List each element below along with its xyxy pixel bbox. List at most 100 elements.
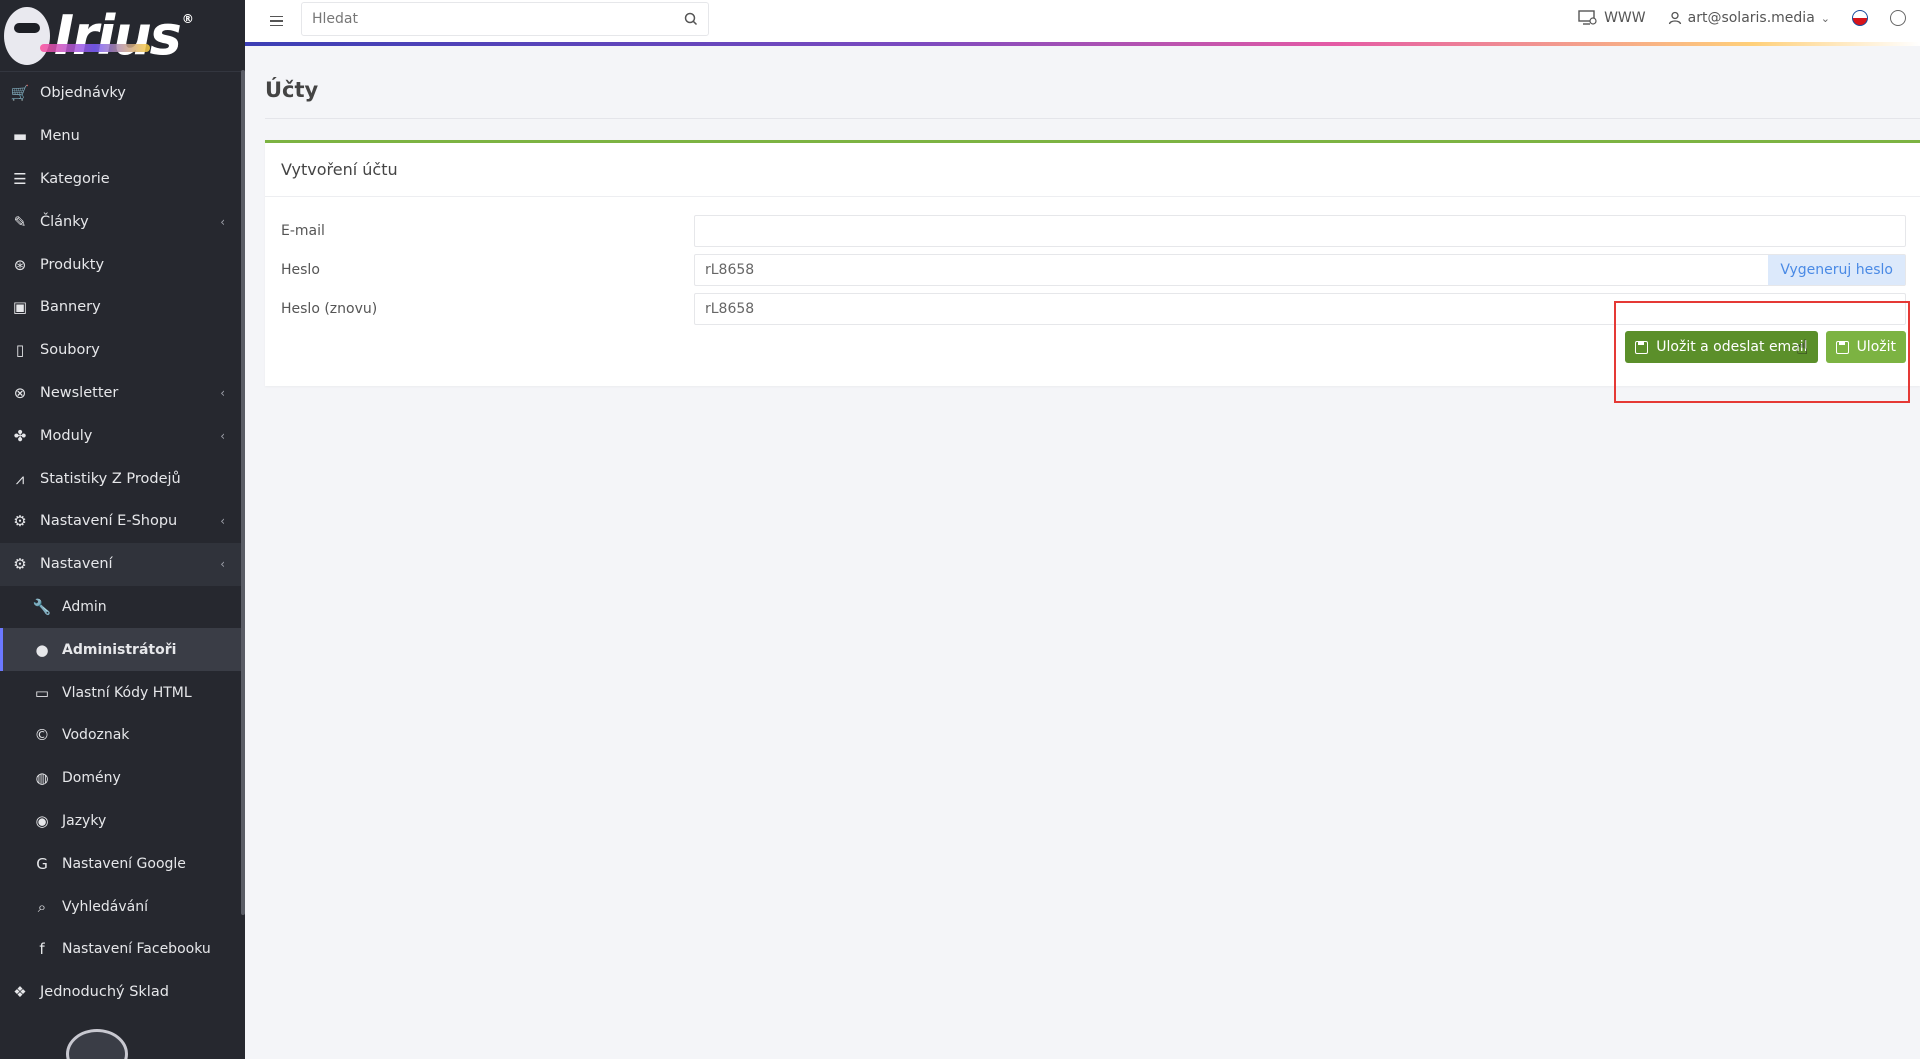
sidebar-item-label: Objednávky [40,85,126,102]
chevron-left-icon: ‹ [220,428,225,443]
cogs-icon: ⚙ [13,555,27,574]
user-menu[interactable]: art@solaris.media ⌄ [1668,10,1830,26]
puzzle-icon: ✤ [13,426,27,445]
power-icon [1890,10,1906,26]
sidebar-item-main-11[interactable]: ⚙ Nastavení ‹ [0,542,245,586]
highlight-box [1614,301,1910,403]
sidebar-item-sub-7[interactable]: ⌕ Vyhledávání [0,885,245,928]
chevron-left-icon: ‹ [220,385,225,400]
sidebar-item-sub-1[interactable]: ● Administrátoři [0,628,245,672]
dropbox-icon: ❖ [13,983,27,1002]
sidebar-item-sub-0[interactable]: 🔧 Admin [0,586,245,629]
google-icon: G [36,854,48,873]
language-switch[interactable] [1852,10,1868,26]
sidebar-item-label: Moduly [40,427,93,444]
folder-icon: ▬ [12,127,28,146]
sidebar-item-main-0[interactable]: 🛒 Objednávky [0,72,245,115]
sidebar-item-label: Kategorie [40,170,110,187]
hamburger-menu-icon[interactable] [265,10,287,32]
logo[interactable]: Irius ® [0,0,245,72]
sidebar-item-sub-6[interactable]: G Nastavení Google [0,842,245,885]
sidebar-item-label: Menu [40,128,80,145]
sidebar-item-label: Nastavení Google [62,855,186,872]
user-icon [1668,11,1681,25]
sidebar-item-label: Vlastní Kódy HTML [62,684,192,701]
sidebar-item-label: Newsletter [40,384,119,401]
password-field[interactable] [695,255,1769,285]
monitor-icon [1578,10,1597,25]
sidebar-item-sub-3[interactable]: © Vodoznak [0,714,245,757]
hand-cursor-icon: ☝ [1796,335,1809,359]
image-icon: ▣ [12,298,28,317]
logo-swoosh [40,44,150,52]
logo-text: Irius ® [54,8,194,63]
sidebar: Irius ® 🛒 Objednávky ▬ Menu ☰ Kategorie ✎ Články… [0,0,245,1059]
chart-icon: ⩘ [15,469,25,488]
password-field-wrap: Vygeneruj heslo [694,254,1906,286]
html-icon: ▭ [34,683,50,702]
search-icon: ⌕ [37,897,47,916]
sidebar-item-label: Administrátoři [62,641,177,658]
user-icon: ● [35,640,49,659]
password-repeat-label: Heslo (znovu) [281,301,378,317]
sidebar-item-stock[interactable]: ❖ Jednoduchý Sklad [0,971,245,1014]
product-icon: ⊛ [13,255,27,274]
globe-icon: ◍ [35,769,49,788]
sidebar-item-label: Domény [62,770,121,787]
sidebar-item-label: Nastavení E-Shopu [40,513,178,530]
logout-button[interactable] [1890,10,1906,26]
password-row: Heslo Vygeneruj heslo [281,254,1906,286]
search-input[interactable] [312,11,684,27]
wrench-icon: 🔧 [32,597,52,616]
flag-icon [1852,10,1868,26]
generate-password-button[interactable]: Vygeneruj heslo [1768,255,1905,285]
sidebar-item-label: Vyhledávání [62,898,148,915]
title-divider [265,118,1920,119]
logo-label: Irius [54,3,182,67]
chevron-left-icon: ‹ [220,557,225,572]
email-field-wrap [694,215,1906,247]
sidebar-item-sub-2[interactable]: ▭ Vlastní Kódy HTML [0,671,245,714]
copyright-icon: © [34,726,50,745]
email-field[interactable] [695,216,1905,246]
sidebar-item-main-6[interactable]: ▯ Soubory [0,329,245,372]
card-title: Vytvoření účtu [265,143,1920,197]
sidebar-item-main-4[interactable]: ⊛ Produkty [0,243,245,286]
sidebar-item-main-5[interactable]: ▣ Bannery [0,286,245,329]
password-label: Heslo [281,262,320,278]
page-title: Účty [265,78,319,102]
sidebar-item-main-7[interactable]: ⊗ Newsletter ‹ [0,372,245,415]
mascot-avatar [66,1029,128,1059]
sidebar-item-sub-8[interactable]: f Nastavení Facebooku [0,928,245,971]
search-box [301,2,709,36]
sidebar-item-main-3[interactable]: ✎ Články ‹ [0,200,245,243]
sidebar-item-label: Nastavení Facebooku [62,941,211,958]
sidebar-item-label: Bannery [40,299,101,316]
sidebar-item-main-8[interactable]: ✤ Moduly ‹ [0,414,245,457]
chevron-left-icon: ‹ [220,214,225,229]
sidebar-item-label: Admin [62,598,107,615]
sidebar-item-label: Články [40,213,89,230]
sidebar-item-main-9[interactable]: ⩘ Statistiky Z Prodejů [0,457,245,500]
search-icon[interactable] [684,12,698,26]
sidebar-item-label: Soubory [40,342,100,359]
sidebar-item-sub-5[interactable]: ◉ Jazyky [0,800,245,843]
chevron-down-icon: ⌄ [1820,11,1830,25]
sidebar-item-label: Produkty [40,256,105,273]
sidebar-item-main-2[interactable]: ☰ Kategorie [0,158,245,201]
topbar: WWW art@solaris.media ⌄ [245,0,1920,46]
registered-mark: ® [181,11,194,26]
list-icon: ☰ [13,169,27,188]
sidebar-item-label: Jazyky [62,812,107,829]
sidebar-item-main-10[interactable]: ⚙ Nastavení E-Shopu ‹ [0,500,245,543]
cogs-icon: ⚙ [13,512,27,531]
facebook-icon: f [39,940,45,959]
www-link[interactable]: WWW [1578,10,1646,26]
topbar-right: WWW art@solaris.media ⌄ [1578,0,1920,36]
sidebar-nav: 🛒 Objednávky ▬ Menu ☰ Kategorie ✎ Články ‹ ⊛ Produ… [0,72,245,1014]
sidebar-item-sub-4[interactable]: ◍ Domény [0,757,245,800]
mascot-icon [4,6,50,65]
sidebar-item-main-1[interactable]: ▬ Menu [0,115,245,158]
language-globe-icon: ◉ [35,811,49,830]
sidebar-scrollbar[interactable] [241,70,245,915]
